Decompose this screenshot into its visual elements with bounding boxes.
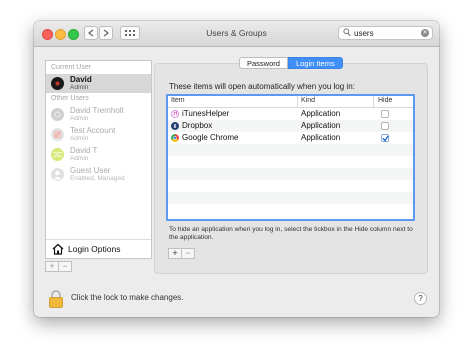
table-row-empty — [168, 156, 413, 168]
avatar — [51, 108, 64, 121]
table-row-google-chrome[interactable]: Google Chrome Application — [168, 132, 413, 144]
vinyl-record-icon — [55, 81, 60, 86]
app-name: Google Chrome — [182, 133, 239, 142]
other-users-header: Other Users — [51, 95, 89, 102]
login-item-add-remove: + − — [168, 248, 195, 259]
dice-icon — [54, 131, 61, 138]
table-row-dropbox[interactable]: Dropbox Application — [168, 120, 413, 132]
title-bar: Users & Groups users ✕ — [34, 21, 439, 47]
itunes-icon — [171, 110, 179, 118]
tab-login-items[interactable]: Login Items — [287, 57, 343, 69]
avatar — [51, 148, 64, 161]
dropbox-icon — [171, 122, 179, 130]
user-role: Enabled, Managed — [70, 175, 125, 182]
app-kind: Application — [301, 133, 341, 142]
lock-message: Click the lock to make changes. — [71, 293, 184, 302]
remove-login-item-button[interactable]: − — [181, 248, 195, 259]
hide-checkbox[interactable] — [381, 110, 389, 118]
app-name: iTunesHelper — [182, 109, 230, 118]
login-options-label: Login Options — [68, 244, 121, 254]
user-item-david[interactable]: David Admin — [46, 74, 151, 93]
user-name: David T — [70, 146, 98, 155]
app-kind: Application — [301, 109, 341, 118]
user-role: Admin — [70, 115, 89, 122]
column-divider — [373, 96, 374, 107]
tab-password[interactable]: Password — [239, 57, 288, 69]
column-divider — [297, 96, 298, 107]
chrome-icon — [171, 134, 179, 142]
checkmark-icon — [382, 135, 389, 142]
user-item-guest-user[interactable]: Guest User Enabled, Managed — [46, 165, 151, 184]
hide-checkbox[interactable] — [381, 122, 389, 130]
table-row-empty — [168, 168, 413, 180]
user-name: David — [70, 75, 92, 84]
table-header: Item Kind Hide — [168, 96, 413, 108]
table-row-empty — [168, 180, 413, 192]
login-options-item[interactable]: Login Options — [46, 239, 151, 259]
avatar — [51, 77, 64, 90]
login-items-description: These items will open automatically when… — [169, 82, 355, 91]
users-list: Current User David Admin Other Users Dav… — [45, 60, 152, 259]
column-kind[interactable]: Kind — [301, 97, 315, 104]
user-add-remove: + − — [45, 261, 72, 272]
app-name: Dropbox — [182, 121, 213, 130]
user-name: Guest User — [70, 166, 111, 175]
user-name: David Tremholt — [70, 106, 124, 115]
current-user-header: Current User — [51, 64, 92, 71]
house-icon — [52, 243, 64, 255]
table-row-empty — [168, 144, 413, 156]
column-item[interactable]: Item — [171, 97, 185, 104]
search-input[interactable]: users — [354, 29, 374, 38]
user-role: Admin — [70, 135, 89, 142]
help-button[interactable]: ? — [414, 292, 427, 305]
remove-user-button[interactable]: − — [58, 261, 72, 272]
user-item-test-account[interactable]: Test Account Admin — [46, 125, 151, 144]
tab-bar: Password Login Items — [239, 57, 343, 69]
search-icon — [343, 28, 351, 37]
add-login-item-button[interactable]: + — [168, 248, 182, 259]
hide-checkbox[interactable] — [381, 134, 389, 142]
user-name: Test Account — [70, 126, 116, 135]
user-item-david-t[interactable]: David T Admin — [46, 145, 151, 164]
table-row-itunes-helper[interactable]: iTunesHelper Application — [168, 108, 413, 120]
user-item-david-tremholt[interactable]: David Tremholt Admin — [46, 105, 151, 124]
flower-icon — [54, 111, 61, 118]
clear-search-icon[interactable]: ✕ — [421, 29, 429, 37]
hide-hint-text: To hide an application when you log in, … — [169, 226, 413, 241]
person-silhouette-icon — [53, 170, 62, 180]
avatar — [51, 128, 64, 141]
search-field[interactable]: users ✕ — [338, 26, 433, 40]
app-kind: Application — [301, 121, 341, 130]
user-role: Admin — [70, 155, 89, 162]
table-row-empty — [168, 192, 413, 204]
preferences-window: Users & Groups users ✕ Current User Davi… — [34, 21, 439, 317]
user-role: Admin — [70, 84, 89, 91]
avatar — [51, 168, 64, 181]
tennis-ball-icon — [52, 151, 63, 158]
add-user-button[interactable]: + — [45, 261, 59, 272]
table-row-empty — [168, 204, 413, 216]
column-hide[interactable]: Hide — [378, 97, 392, 104]
lock-icon[interactable] — [48, 289, 64, 309]
login-items-table[interactable]: Item Kind Hide iTunesHelper Application … — [166, 94, 415, 221]
